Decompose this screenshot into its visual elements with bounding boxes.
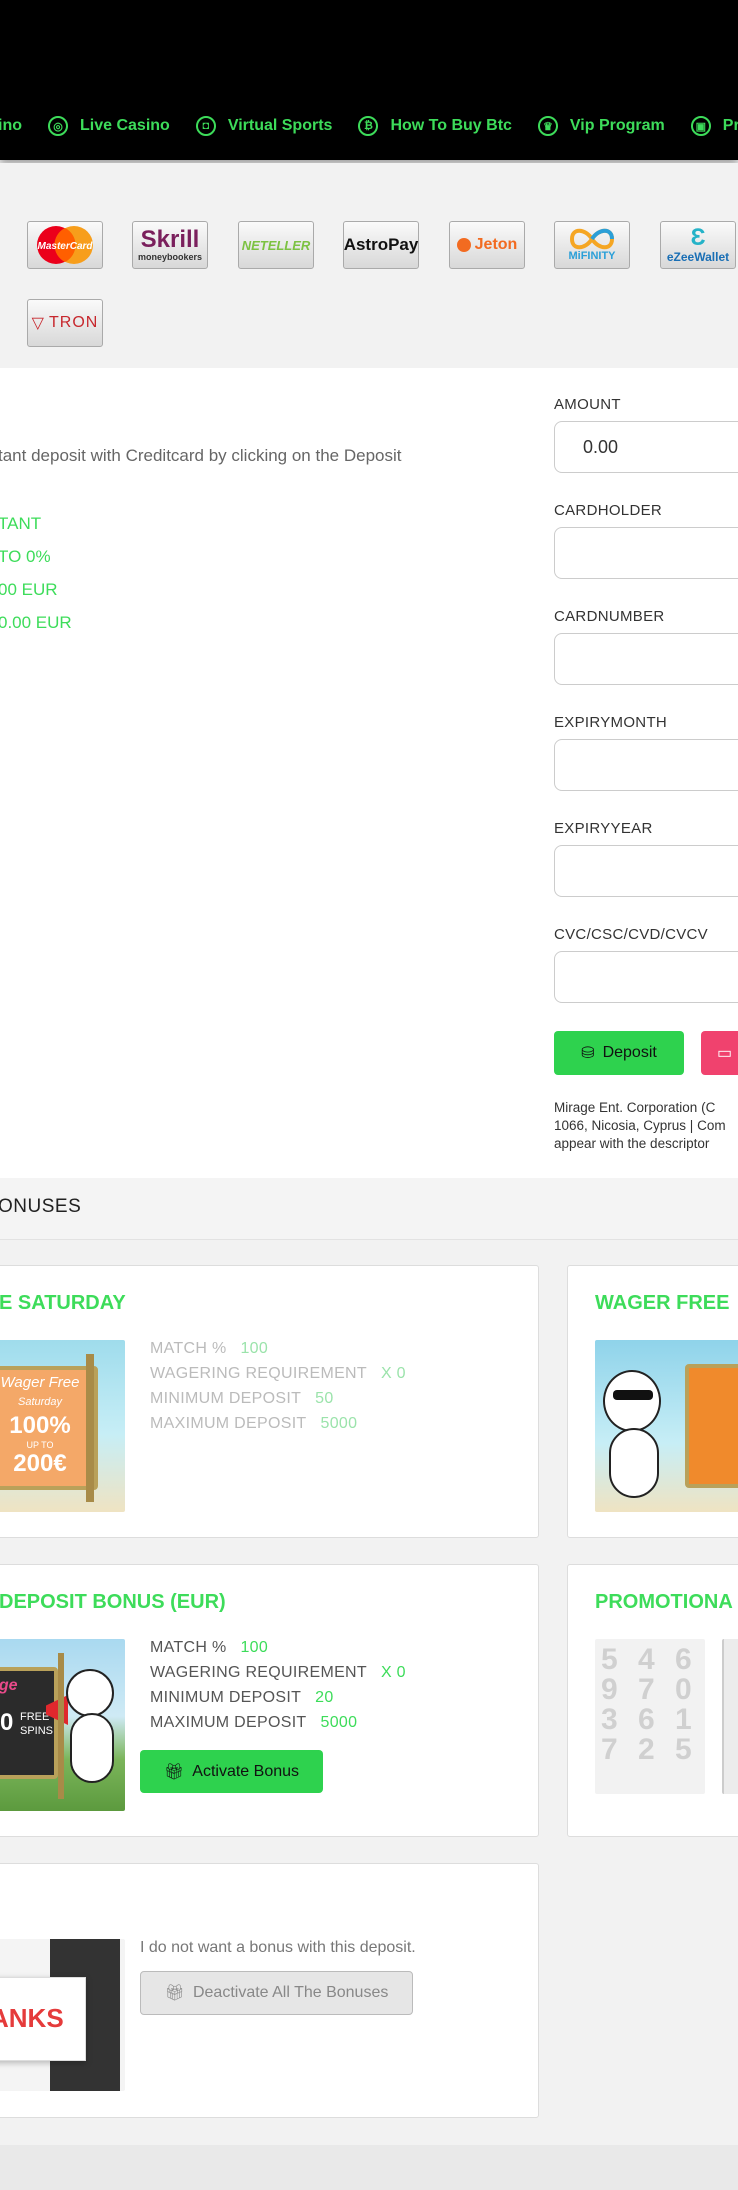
- bonus-thumbnail: age 0 FREE SPINS: [0, 1639, 125, 1811]
- bonus-card-deposit-bonus: DEPOSIT BONUS (EUR) age 0 FREE SPINS MAT…: [0, 1564, 539, 1837]
- nav-item-label: ino: [0, 117, 22, 134]
- payment-methods: MasterCard Skrill moneybookers NETELLER …: [0, 163, 738, 368]
- coins-icon: ⛁: [581, 1045, 595, 1062]
- payment-method-neteller[interactable]: NETELLER: [238, 221, 314, 269]
- bonus-thumbnail-secondary: [722, 1639, 738, 1794]
- bonus-card-promotional: PROMOTIONA 5 4 6 9 7 0 3 6 1 7 2 5: [567, 1564, 738, 1837]
- main-nav: ino ◎ Live Casino ◘ Virtual Sports ₿ How…: [0, 111, 738, 141]
- bonus-card-title: PROMOTIONA: [595, 1591, 733, 1613]
- bonus-detail-max-deposit: MAXIMUM DEPOSIT 5000: [150, 1714, 358, 1731]
- bonus-thumbnail-numbers: 5 4 6 9 7 0 3 6 1 7 2 5: [595, 1639, 705, 1794]
- bonus-list: E SATURDAY Wager Free Saturday 100% UP T…: [0, 1240, 738, 2145]
- payment-method-mastercard[interactable]: MasterCard: [27, 221, 103, 269]
- nav-item-casino[interactable]: ino: [0, 117, 22, 135]
- bonuses-title: ONUSES: [0, 1196, 82, 1217]
- payment-method-tron[interactable]: ▽ TRON: [27, 299, 103, 347]
- nav-item-label: Live Casino: [80, 117, 170, 134]
- deposit-button-label: Deposit: [602, 1044, 657, 1061]
- expirymonth-input[interactable]: [554, 739, 738, 791]
- payment-method-jeton[interactable]: Jeton: [449, 221, 525, 269]
- payment-method-mifinity[interactable]: MiFINITY: [554, 221, 630, 269]
- bonus-card-title: DEPOSIT BONUS (EUR): [0, 1591, 226, 1613]
- panda-mascot: [66, 1669, 114, 1717]
- deposit-info-fee: TO 0%: [0, 547, 51, 566]
- expirymonth-label: EXPIRYMONTH: [554, 714, 668, 731]
- deactivate-bonuses-button[interactable]: 🎁︎ Deactivate All The Bonuses: [140, 1971, 413, 2015]
- deposit-section: tant deposit with Creditcard by clicking…: [0, 368, 738, 1178]
- bonus-card-no-bonus: ANKS I do not want a bonus with this dep…: [0, 1863, 539, 2118]
- amount-input[interactable]: 0.00: [554, 421, 738, 473]
- activate-bonus-button[interactable]: 🎁︎ Activate Bonus: [140, 1750, 323, 1793]
- cvc-input[interactable]: [554, 951, 738, 1003]
- payment-method-astropay[interactable]: AstroPay: [343, 221, 419, 269]
- nav-item-virtual-sports[interactable]: ◘ Virtual Sports: [195, 116, 333, 136]
- bonus-detail-match: MATCH % 100: [150, 1340, 269, 1357]
- bonus-card-title: E SATURDAY: [0, 1292, 126, 1314]
- mastercard-logo: MasterCard: [37, 226, 93, 264]
- bonus-detail-min-deposit: MINIMUM DEPOSIT 50: [150, 1390, 334, 1407]
- cardnumber-input[interactable]: [554, 633, 738, 685]
- live-casino-chip-icon: ◎: [48, 116, 68, 136]
- deactivate-bonuses-label: Deactivate All The Bonuses: [192, 1984, 389, 2001]
- top-bar: ino ◎ Live Casino ◘ Virtual Sports ₿ How…: [0, 0, 738, 160]
- bonuses-header: ONUSES: [0, 1178, 738, 1240]
- gamepad-icon: ◘: [195, 116, 216, 136]
- tron-icon: ▽: [31, 315, 45, 332]
- bitcoin-icon: ₿: [358, 116, 379, 136]
- expiryyear-input[interactable]: [554, 845, 738, 897]
- bonus-detail-wagering: WAGERING REQUIREMENT X 0: [150, 1664, 406, 1681]
- bonus-detail-max-deposit: MAXIMUM DEPOSIT 5000: [150, 1415, 358, 1432]
- deposit-description: tant deposit with Creditcard by clicking…: [0, 446, 402, 465]
- page-footer-strip: [0, 2145, 738, 2190]
- nav-item-label: How To Buy Btc: [390, 117, 512, 134]
- nav-item-promo[interactable]: ▣ Promo: [690, 116, 738, 136]
- deposit-info-type: TANT: [0, 514, 42, 533]
- svg-text:MasterCard: MasterCard: [37, 241, 93, 252]
- bonus-card-saturday: E SATURDAY Wager Free Saturday 100% UP T…: [0, 1265, 539, 1538]
- infinity-icon: [569, 228, 615, 250]
- cvc-label: CVC/CSC/CVD/CVCV: [554, 926, 708, 943]
- cardholder-label: CARDHOLDER: [554, 502, 663, 519]
- nav-item-label: Vip Program: [569, 117, 665, 134]
- gift-icon: 🎁︎: [163, 1763, 185, 1781]
- activate-bonus-label: Activate Bonus: [192, 1762, 300, 1780]
- deposit-info-max: 0.00 EUR: [0, 613, 72, 632]
- deposit-button[interactable]: ⛁ Deposit: [554, 1031, 684, 1075]
- crown-icon: ♛: [537, 116, 558, 136]
- folder-icon: ▭: [717, 1045, 733, 1062]
- gift-icon: ▣: [690, 116, 711, 136]
- panda-mascot: [603, 1370, 661, 1432]
- amount-label: AMOUNT: [554, 396, 621, 413]
- payment-method-ezeewallet[interactable]: Ɛ eZeeWallet: [660, 221, 736, 269]
- expiryyear-label: EXPIRYYEAR: [554, 820, 653, 837]
- gift-icon: 🎁︎: [164, 1985, 185, 2002]
- nav-item-label: Virtual Sports: [227, 117, 333, 134]
- bonus-card-title: WAGER FREE: [595, 1292, 730, 1314]
- jeton-icon: [456, 238, 471, 252]
- ezeewallet-icon: Ɛ: [690, 224, 706, 251]
- bonus-thumbnail: ANKS: [0, 1939, 125, 2091]
- bonus-detail-match: MATCH % 100: [150, 1639, 269, 1656]
- nav-item-label: Promo: [722, 117, 738, 134]
- payment-method-skrill[interactable]: Skrill moneybookers: [132, 221, 208, 269]
- cardnumber-label: CARDNUMBER: [554, 608, 665, 625]
- bonus-thumbnail: Wager Free Saturday 100% UP TO 200€: [0, 1340, 125, 1512]
- bonus-thumbnail: [595, 1340, 738, 1512]
- nav-item-live-casino[interactable]: ◎ Live Casino: [48, 116, 170, 136]
- secondary-action-button[interactable]: ▭: [701, 1031, 738, 1075]
- bonus-detail-min-deposit: MINIMUM DEPOSIT 20: [150, 1689, 334, 1706]
- bonus-card-wager-free: WAGER FREE: [567, 1265, 738, 1538]
- legal-text: Mirage Ent. Corporation (C 1066, Nicosia…: [554, 1100, 726, 1151]
- no-bonus-text: I do not want a bonus with this deposit.: [140, 1939, 416, 1956]
- bonus-detail-wagering: WAGERING REQUIREMENT X 0: [150, 1365, 406, 1382]
- nav-item-how-to-buy-btc[interactable]: ₿ How To Buy Btc: [358, 116, 512, 136]
- deposit-info-min: 00 EUR: [0, 580, 58, 599]
- nav-item-vip-program[interactable]: ♛ Vip Program: [537, 116, 665, 136]
- cardholder-input[interactable]: [554, 527, 738, 579]
